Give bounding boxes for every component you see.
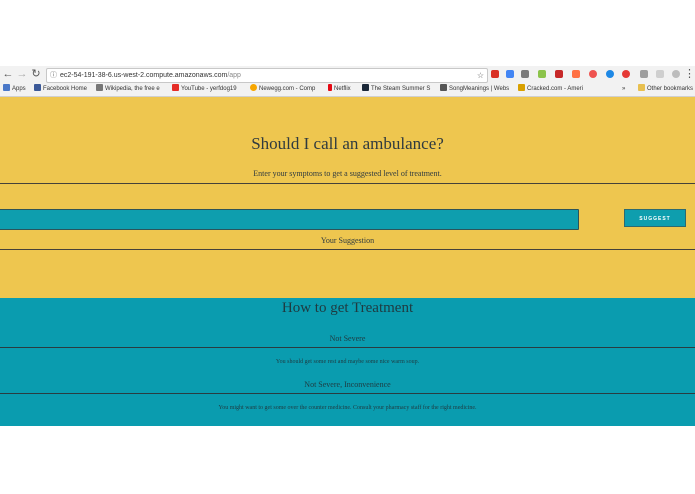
bookmarks-overflow-icon[interactable]: » xyxy=(622,83,625,96)
extension-icon[interactable] xyxy=(589,70,597,78)
extension-icon[interactable] xyxy=(640,70,648,78)
wikipedia-icon xyxy=(96,84,103,91)
suggest-button[interactable]: SUGGEST xyxy=(624,209,686,227)
divider xyxy=(0,347,695,348)
bookmark-wikipedia[interactable]: Wikipedia, the free e xyxy=(96,83,160,96)
forward-icon[interactable]: → xyxy=(16,67,28,81)
extension-icon[interactable] xyxy=(555,70,563,78)
menu-icon[interactable]: ⋮ xyxy=(684,67,695,81)
bookmark-label: Apps xyxy=(12,86,26,92)
bookmark-label: SongMeanings | Webs xyxy=(449,86,510,92)
bookmark-songmeanings[interactable]: SongMeanings | Webs xyxy=(440,83,509,96)
extension-icon[interactable] xyxy=(672,70,680,78)
url-text: ec2-54-191-38-6.us-west-2.compute.amazon… xyxy=(60,69,241,82)
bookmark-facebook[interactable]: Facebook Home xyxy=(34,83,87,96)
folder-icon xyxy=(638,84,645,91)
netflix-icon xyxy=(328,84,332,91)
bookmark-apps[interactable]: Apps xyxy=(3,83,26,96)
bookmark-cracked[interactable]: Cracked.com - Ameri xyxy=(518,83,583,96)
hero-section: Should I call an ambulance? Enter your s… xyxy=(0,97,695,298)
symptoms-input[interactable] xyxy=(0,209,579,230)
bookmark-label: Wikipedia, the free e xyxy=(105,86,160,92)
divider xyxy=(0,393,695,394)
page-title: Should I call an ambulance? xyxy=(251,134,444,153)
suggestion-label: Your Suggestion xyxy=(320,236,375,245)
youtube-icon xyxy=(172,84,179,91)
treatment-title: How to get Treatment xyxy=(281,300,414,316)
cracked-icon xyxy=(518,84,525,91)
extension-icon[interactable] xyxy=(538,70,546,78)
bookmark-label: Other bookmarks xyxy=(647,86,694,92)
bookmark-label: Newegg.com - Comp xyxy=(259,86,316,92)
newegg-icon xyxy=(250,84,257,91)
page-subtitle: Enter your symptoms to get a suggested l… xyxy=(253,169,442,178)
bookmark-label: The Steam Summer S xyxy=(371,86,431,92)
level-name: Not Severe xyxy=(329,334,366,343)
bookmark-steam[interactable]: The Steam Summer S xyxy=(362,83,430,96)
songmeanings-icon xyxy=(440,84,447,91)
divider xyxy=(0,183,695,184)
address-bar[interactable]: ⓘ ec2-54-191-38-6.us-west-2.compute.amaz… xyxy=(46,68,488,83)
bookmark-label: YouTube - yerfdog19 xyxy=(181,86,237,92)
extension-icon[interactable] xyxy=(506,70,514,78)
level-description: You might want to get some over the coun… xyxy=(218,405,477,411)
browser-chrome: ← → ↻ ⓘ ec2-54-191-38-6.us-west-2.comput… xyxy=(0,66,695,97)
bookmark-label: Facebook Home xyxy=(43,86,88,92)
browser-toolbar: ← → ↻ ⓘ ec2-54-191-38-6.us-west-2.comput… xyxy=(0,66,695,83)
bookmark-star-icon[interactable]: ☆ xyxy=(477,69,484,82)
bookmark-newegg[interactable]: Newegg.com - Comp xyxy=(250,83,315,96)
treatment-section: How to get Treatment Not Severe You shou… xyxy=(0,298,695,426)
url-path: /app xyxy=(227,72,241,79)
facebook-icon xyxy=(34,84,41,91)
apps-icon xyxy=(3,84,10,91)
divider xyxy=(0,249,695,250)
extension-icon[interactable] xyxy=(656,70,664,78)
reload-icon[interactable]: ↻ xyxy=(30,67,42,81)
extension-icon[interactable] xyxy=(622,70,630,78)
extension-icon[interactable] xyxy=(521,70,529,78)
steam-icon xyxy=(362,84,369,91)
info-icon[interactable]: ⓘ xyxy=(50,69,57,82)
bookmark-other[interactable]: Other bookmarks xyxy=(638,83,693,96)
extension-icon[interactable] xyxy=(606,70,614,78)
bookmarks-bar: Apps Facebook Home Wikipedia, the free e… xyxy=(0,83,695,96)
level-name: Not Severe, Inconvenience xyxy=(304,380,391,389)
extension-icon[interactable] xyxy=(491,70,499,78)
extension-icon[interactable] xyxy=(572,70,580,78)
bookmark-label: Netflix xyxy=(334,86,351,92)
bookmark-netflix[interactable]: Netflix xyxy=(328,83,351,96)
back-icon[interactable]: ← xyxy=(2,67,14,81)
bookmark-youtube[interactable]: YouTube - yerfdog19 xyxy=(172,83,237,96)
bookmark-label: Cracked.com - Ameri xyxy=(527,86,584,92)
level-description: You should get some rest and maybe some … xyxy=(275,359,420,365)
url-host: ec2-54-191-38-6.us-west-2.compute.amazon… xyxy=(60,72,228,79)
